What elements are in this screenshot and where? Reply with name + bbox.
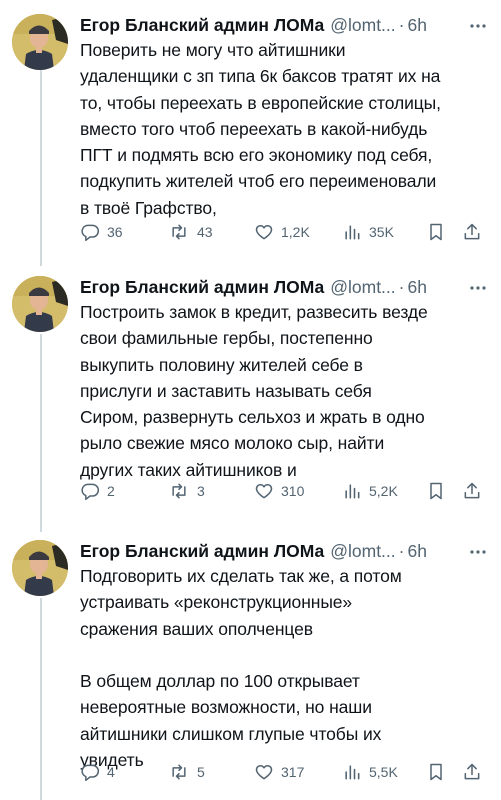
more-icon[interactable] bbox=[468, 278, 488, 298]
bookmark-icon bbox=[426, 762, 446, 782]
views-button[interactable]: 35K bbox=[342, 219, 394, 245]
author-handle[interactable]: @lomt... bbox=[330, 15, 395, 36]
retweet-button[interactable]: 3 bbox=[168, 478, 205, 504]
author-name[interactable]: Егор Бланский админ ЛОМа bbox=[80, 15, 324, 36]
views-button[interactable]: 5,2K bbox=[342, 478, 398, 504]
thread-connector bbox=[40, 70, 42, 266]
reply-button[interactable]: 2 bbox=[80, 478, 115, 504]
views-count: 5,5K bbox=[369, 764, 398, 780]
tweet-actions: 4 5 317 5,5K bbox=[80, 759, 492, 785]
reply-count: 4 bbox=[107, 764, 115, 780]
views-icon bbox=[342, 481, 362, 501]
author-handle[interactable]: @lomt... bbox=[330, 277, 395, 298]
tweet-actions: 2 3 310 5,2K bbox=[80, 478, 492, 504]
views-count: 5,2K bbox=[369, 483, 398, 499]
tweet-time[interactable]: 6h bbox=[407, 15, 426, 36]
tweet-content: Егор Бланский админ ЛОМа @lomt... · 6h П… bbox=[80, 540, 490, 773]
views-icon bbox=[342, 222, 362, 242]
tweet-time[interactable]: 6h bbox=[407, 277, 426, 298]
tweet-text: Подговорить их сделать так же, а потом у… bbox=[80, 566, 402, 771]
bookmark-button[interactable] bbox=[426, 478, 446, 504]
share-button[interactable] bbox=[462, 759, 482, 785]
author-name[interactable]: Егор Бланский админ ЛОМа bbox=[80, 541, 324, 562]
separator-dot: · bbox=[398, 14, 405, 35]
retweet-count: 5 bbox=[197, 764, 205, 780]
tweet-text: Поверить не могу что айтишники удаленщик… bbox=[80, 40, 441, 218]
heart-icon bbox=[254, 762, 274, 782]
bookmark-button[interactable] bbox=[426, 759, 446, 785]
reply-button[interactable]: 4 bbox=[80, 759, 115, 785]
like-button[interactable]: 1,2K bbox=[254, 219, 310, 245]
share-button[interactable] bbox=[462, 478, 482, 504]
tweet-content: Егор Бланский админ ЛОМа @lomt... · 6h П… bbox=[80, 14, 490, 221]
tweet-header: Егор Бланский админ ЛОМа @lomt... · 6h bbox=[80, 14, 490, 36]
retweet-button[interactable]: 43 bbox=[168, 219, 213, 245]
bookmark-icon bbox=[426, 481, 446, 501]
thread-connector bbox=[40, 334, 42, 532]
tweet-content: Егор Бланский админ ЛОМа @lomt... · 6h П… bbox=[80, 276, 490, 483]
retweet-icon bbox=[168, 481, 190, 501]
thread-connector bbox=[40, 598, 42, 800]
share-icon bbox=[462, 762, 482, 782]
heart-icon bbox=[254, 481, 274, 501]
tweet-text: Построить замок в кредит, развесить везд… bbox=[80, 302, 428, 480]
avatar[interactable] bbox=[12, 14, 68, 70]
separator-dot: · bbox=[398, 540, 405, 561]
separator-dot: · bbox=[398, 276, 405, 297]
retweet-count: 43 bbox=[197, 224, 213, 240]
reply-icon bbox=[80, 762, 100, 782]
like-button[interactable]: 317 bbox=[254, 759, 304, 785]
like-count: 310 bbox=[281, 483, 305, 499]
share-icon bbox=[462, 222, 482, 242]
like-button[interactable]: 310 bbox=[254, 478, 304, 504]
tweet-header: Егор Бланский админ ЛОМа @lomt... · 6h bbox=[80, 276, 490, 298]
views-count: 35K bbox=[369, 224, 394, 240]
reply-icon bbox=[80, 222, 100, 242]
tweet-actions: 36 43 1,2K 35K bbox=[80, 219, 492, 245]
tweet-header: Егор Бланский админ ЛОМа @lomt... · 6h bbox=[80, 540, 490, 562]
more-icon[interactable] bbox=[468, 16, 488, 36]
views-button[interactable]: 5,5K bbox=[342, 759, 398, 785]
tweet-thread: Егор Бланский админ ЛОМа @lomt... · 6h П… bbox=[0, 0, 501, 800]
reply-icon bbox=[80, 481, 100, 501]
share-icon bbox=[462, 481, 482, 501]
reply-count: 36 bbox=[107, 224, 123, 240]
reply-button[interactable]: 36 bbox=[80, 219, 123, 245]
views-icon bbox=[342, 762, 362, 782]
retweet-icon bbox=[168, 222, 190, 242]
retweet-icon bbox=[168, 762, 190, 782]
avatar[interactable] bbox=[12, 540, 68, 596]
author-name[interactable]: Егор Бланский админ ЛОМа bbox=[80, 277, 324, 298]
share-button[interactable] bbox=[462, 219, 482, 245]
author-handle[interactable]: @lomt... bbox=[330, 541, 395, 562]
avatar[interactable] bbox=[12, 276, 68, 332]
retweet-button[interactable]: 5 bbox=[168, 759, 205, 785]
like-count: 1,2K bbox=[281, 224, 310, 240]
reply-count: 2 bbox=[107, 483, 115, 499]
bookmark-icon bbox=[426, 222, 446, 242]
retweet-count: 3 bbox=[197, 483, 205, 499]
more-icon[interactable] bbox=[468, 542, 488, 562]
heart-icon bbox=[254, 222, 274, 242]
bookmark-button[interactable] bbox=[426, 219, 446, 245]
like-count: 317 bbox=[281, 764, 305, 780]
tweet-time[interactable]: 6h bbox=[407, 541, 426, 562]
